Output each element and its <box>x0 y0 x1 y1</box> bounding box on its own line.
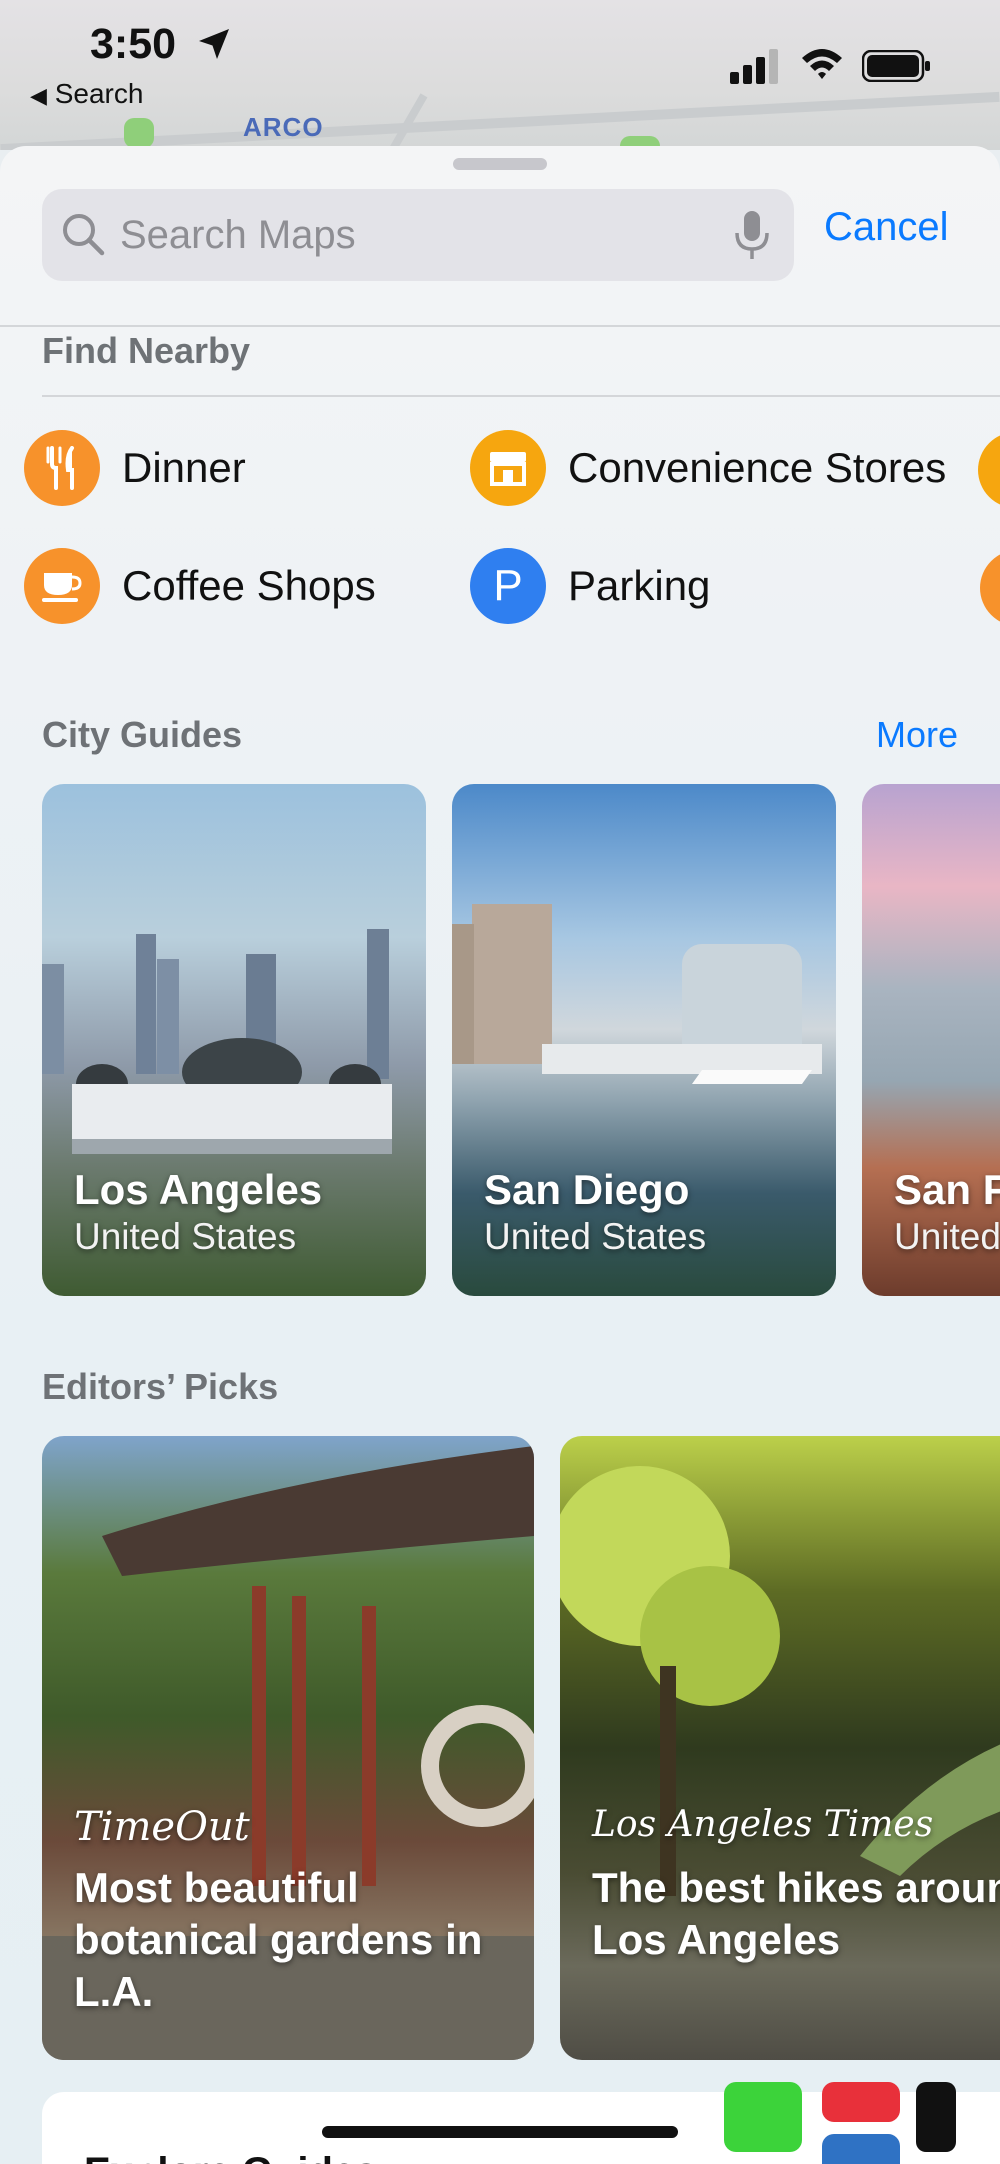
publisher-app-icon <box>724 2082 802 2152</box>
find-nearby-title: Find Nearby <box>42 330 251 371</box>
publisher-app-icon <box>916 2082 956 2152</box>
editors-pick-card-best-hikes[interactable]: Los Angeles Times The best hikes around … <box>560 1436 1000 2060</box>
search-box[interactable] <box>42 189 794 281</box>
wifi-icon <box>802 49 842 79</box>
pick-title: Most beautiful botanical gardens in L.A. <box>74 1864 483 2015</box>
battery-icon <box>862 50 930 82</box>
city-country: United States <box>484 1216 707 1257</box>
microphone-icon[interactable] <box>732 209 772 261</box>
city-name: San F <box>894 1166 1000 1213</box>
search-input[interactable] <box>120 189 680 281</box>
back-triangle-icon: ◀ <box>30 83 47 108</box>
publisher-logo-la-times: Los Angeles Times <box>592 1804 934 1845</box>
nearby-item-convenience-stores[interactable]: Convenience Stores <box>470 428 946 508</box>
city-guides-more-link[interactable]: More <box>876 714 958 756</box>
cellular-signal-icon <box>730 49 778 84</box>
header-divider <box>0 325 1000 327</box>
city-country: United States <box>74 1216 297 1257</box>
nearby-item-partial[interactable] <box>978 432 1000 508</box>
publisher-logo-timeout: TimeOut <box>74 1804 250 1850</box>
city-guide-card-san-francisco[interactable]: San F United <box>862 784 1000 1296</box>
status-time: 3:50 <box>90 20 177 68</box>
search-row: Cancel <box>0 189 1000 289</box>
store-icon <box>470 430 546 506</box>
publisher-app-icon <box>822 2134 900 2164</box>
back-to-search-link[interactable]: ◀ Search <box>30 78 143 110</box>
nearby-item-parking[interactable]: P Parking <box>470 546 710 626</box>
location-arrow-icon <box>199 29 229 59</box>
city-skyline-image <box>452 904 822 1084</box>
sheet-grabber[interactable] <box>453 158 547 170</box>
nearby-item-dinner[interactable]: Dinner <box>24 428 246 508</box>
editors-picks-title: Editors’ Picks <box>42 1366 279 1407</box>
hiking-trail-image <box>560 1466 1000 1896</box>
city-name: Los Angeles <box>74 1166 323 1213</box>
search-sheet: Cancel Find Nearby Dinner Convenience St… <box>0 146 1000 2164</box>
nearby-item-label: Convenience Stores <box>568 444 947 491</box>
cancel-button[interactable]: Cancel <box>824 205 949 250</box>
publisher-app-icon <box>822 2082 900 2122</box>
city-skyline-image <box>42 929 392 1154</box>
city-guides-title: City Guides <box>42 714 243 755</box>
parking-icon: P <box>470 548 546 624</box>
nearby-item-label: Dinner <box>122 444 246 491</box>
home-indicator[interactable] <box>322 2126 678 2138</box>
nearby-item-partial[interactable] <box>980 550 1000 626</box>
explore-guides-title: Explore Guides <box>84 2150 377 2164</box>
pick-title: The best hikes around Los Angeles <box>592 1864 1000 1963</box>
back-link-label: Search <box>54 78 144 109</box>
find-nearby-divider <box>42 395 1000 397</box>
city-guide-card-san-diego[interactable]: San Diego United States <box>452 784 836 1296</box>
city-country: United <box>894 1216 1000 1257</box>
editors-pick-card-botanical-gardens[interactable]: TimeOut Most beautiful botanical gardens… <box>42 1436 534 2060</box>
fork-knife-icon <box>24 430 100 506</box>
city-guide-card-los-angeles[interactable]: Los Angeles United States <box>42 784 426 1296</box>
city-name: San Diego <box>484 1166 690 1213</box>
search-icon <box>63 214 105 256</box>
nearby-item-coffee-shops[interactable]: Coffee Shops <box>24 546 376 626</box>
status-bar: 3:50 ◀ Search <box>0 0 1000 120</box>
nearby-item-label: Parking <box>568 562 711 609</box>
nearby-item-label: Coffee Shops <box>122 562 376 609</box>
coffee-cup-icon <box>24 548 100 624</box>
